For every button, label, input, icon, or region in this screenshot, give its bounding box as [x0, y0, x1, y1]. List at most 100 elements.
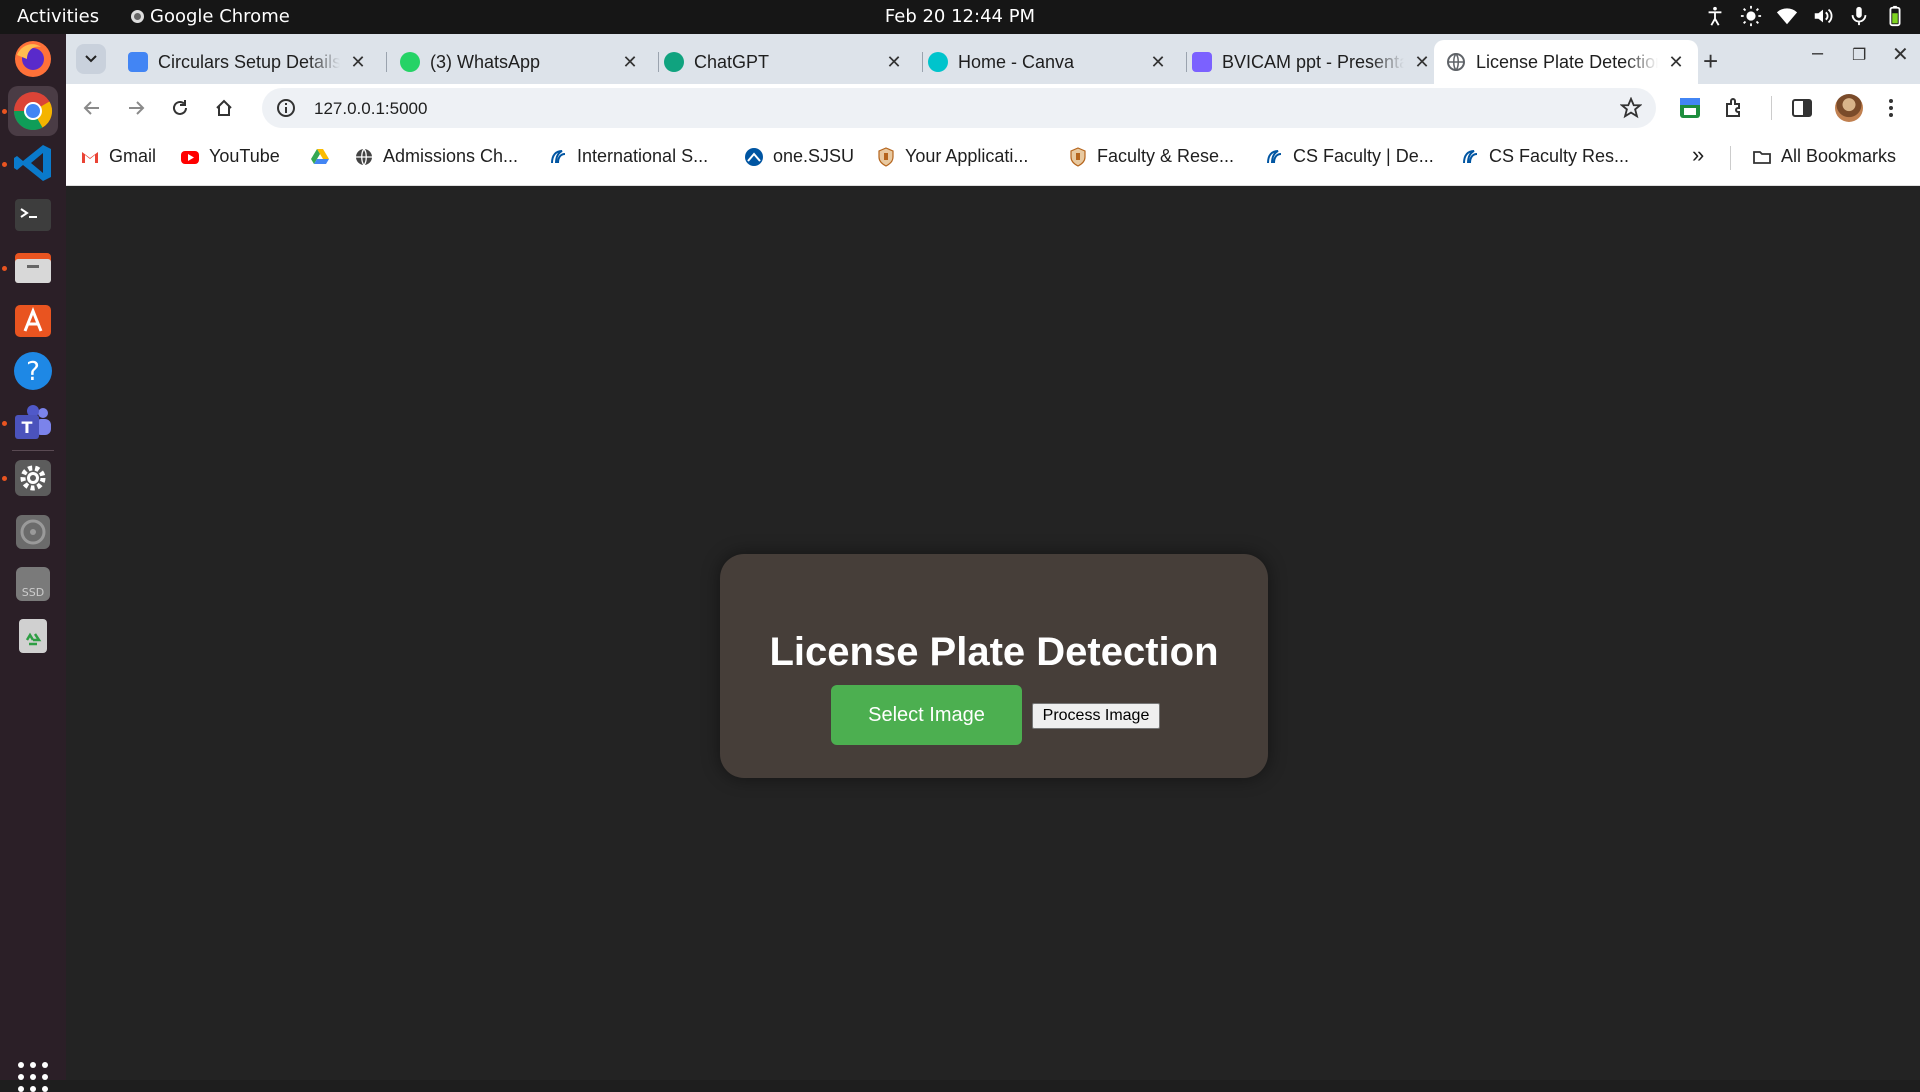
detection-card: License Plate Detection Select Image Pro… [720, 554, 1268, 778]
show-apps-grid-icon[interactable] [18, 1062, 48, 1092]
bookmark-faculty-research[interactable]: Faculty & Rese... [1068, 146, 1234, 167]
reload-icon [173, 100, 187, 115]
forward-button[interactable] [122, 94, 150, 122]
folder-icon [1753, 150, 1771, 164]
whatsapp-favicon-icon [400, 52, 420, 72]
dock-ssd[interactable]: SSD [8, 559, 58, 609]
bookmark-label: All Bookmarks [1781, 146, 1897, 166]
tab-title: License Plate Detection [1476, 51, 1658, 72]
vscode-icon [14, 145, 51, 181]
more-menu-icon[interactable] [1879, 96, 1903, 120]
sjsu-icon [551, 149, 566, 163]
terminal-icon [15, 199, 51, 231]
tab-whatsapp[interactable]: (3) WhatsApp ✕ [388, 40, 652, 84]
info-icon[interactable] [276, 98, 296, 118]
bookmarks-overflow-button[interactable]: » [1692, 142, 1704, 168]
system-tray[interactable] [1704, 5, 1906, 27]
bookmark-youtube[interactable]: YouTube [180, 146, 280, 167]
onesjsu-icon [745, 147, 763, 166]
bookmark-application[interactable]: Your Applicati... [876, 146, 1028, 167]
dock-separator [12, 450, 54, 451]
accessibility-icon[interactable] [1704, 5, 1726, 27]
bookmark-admissions[interactable]: Admissions Ch... [354, 146, 518, 167]
bookmark-drive[interactable] [310, 146, 330, 166]
running-indicator [2, 266, 7, 271]
close-tab-icon[interactable]: ✕ [1148, 52, 1168, 73]
close-tab-icon[interactable]: ✕ [1412, 52, 1432, 73]
volume-icon[interactable] [1812, 5, 1834, 27]
tab-title: ChatGPT [694, 51, 770, 72]
gmail-icon [82, 151, 98, 163]
restore-icon[interactable]: ❐ [1852, 45, 1866, 65]
tab-bvicam[interactable]: BVICAM ppt - Presentation ✕ [1180, 40, 1444, 84]
docs-favicon-icon [128, 52, 148, 72]
profile-avatar[interactable] [1835, 94, 1863, 122]
page-viewport: License Plate Detection Select Image Pro… [66, 186, 1920, 1080]
dock-trash[interactable] [8, 611, 58, 661]
home-icon [216, 99, 232, 116]
bookmark-label: Admissions Ch... [383, 146, 519, 166]
close-window-icon[interactable]: ✕ [1892, 42, 1909, 67]
dock-files[interactable] [8, 242, 58, 292]
sjsu-icon [1267, 149, 1282, 163]
tab-license-plate[interactable]: License Plate Detection ✕ [1434, 40, 1698, 84]
all-bookmarks-button[interactable]: All Bookmarks [1752, 146, 1896, 167]
bookmark-onesjsu[interactable]: one.SJSU [744, 146, 854, 167]
back-button[interactable] [78, 94, 106, 122]
side-panel-icon[interactable] [1790, 96, 1814, 120]
address-bar[interactable]: 127.0.0.1:5000 [262, 88, 1656, 128]
bookmark-cs-faculty-dept[interactable]: CS Faculty | De... [1264, 146, 1434, 167]
dock-firefox[interactable] [8, 34, 58, 84]
dock-disc[interactable] [8, 507, 58, 557]
close-tab-icon[interactable]: ✕ [1666, 52, 1686, 73]
tab-search-button[interactable] [76, 44, 106, 74]
dock-app-center[interactable] [8, 294, 58, 344]
globe-favicon-icon [1446, 52, 1466, 72]
app-menu[interactable]: Google Chrome [131, 6, 290, 27]
close-tab-icon[interactable]: ✕ [620, 52, 640, 73]
bookmark-gmail[interactable]: Gmail [80, 146, 156, 167]
disc-icon [16, 515, 50, 549]
arrow-left-icon [83, 101, 99, 115]
globe-icon [356, 148, 372, 165]
dock-chrome[interactable] [8, 86, 58, 136]
bookmark-label: YouTube [209, 146, 280, 166]
battery-icon[interactable] [1884, 5, 1906, 27]
url-text[interactable]: 127.0.0.1:5000 [314, 99, 427, 119]
bookmark-label: CS Faculty Res... [1489, 146, 1630, 166]
chrome-icon [13, 92, 53, 131]
process-image-button[interactable]: Process Image [1032, 703, 1160, 729]
brightness-icon[interactable] [1740, 5, 1762, 27]
trash-icon [19, 619, 47, 653]
tab-canva[interactable]: Home - Canva ✕ [916, 40, 1180, 84]
extensions-puzzle-icon[interactable] [1723, 96, 1747, 120]
close-tab-icon[interactable]: ✕ [348, 52, 368, 73]
bookmarks-bar: Gmail YouTube Admissions Ch... Internati… [66, 132, 1920, 186]
wifi-icon[interactable] [1776, 5, 1798, 27]
activities-button[interactable]: Activities [17, 6, 99, 27]
minimize-icon[interactable]: – [1812, 42, 1823, 65]
bookmark-international[interactable]: International S... [548, 146, 708, 167]
tab-title: (3) WhatsApp [430, 51, 541, 72]
dock-teams[interactable]: T [8, 398, 58, 448]
chrome-window: Circulars Setup Details ✕ (3) WhatsApp ✕… [66, 34, 1920, 1080]
bookmark-label: International S... [577, 146, 709, 166]
home-button[interactable] [210, 94, 238, 122]
microphone-icon[interactable] [1848, 5, 1870, 27]
dock-settings[interactable] [8, 453, 58, 503]
bookmark-star-icon[interactable] [1620, 97, 1642, 119]
tab-chatgpt[interactable]: ChatGPT ✕ [652, 40, 916, 84]
sheets-extension-icon[interactable] [1678, 96, 1702, 120]
bookmark-cs-faculty-research[interactable]: CS Faculty Res... [1460, 146, 1629, 167]
tab-circulars[interactable]: Circulars Setup Details ✕ [116, 40, 380, 84]
dock-help[interactable]: ? [8, 346, 58, 396]
close-tab-icon[interactable]: ✕ [884, 52, 904, 73]
system-top-bar: Activities Google Chrome Feb 20 12:44 PM [0, 0, 1920, 34]
tab-title: Circulars Setup Details [158, 51, 340, 72]
new-tab-button[interactable]: + [1703, 46, 1718, 77]
reload-button[interactable] [166, 94, 194, 122]
clock[interactable]: Feb 20 12:44 PM [885, 6, 1035, 27]
dock-terminal[interactable] [8, 190, 58, 240]
dock-vscode[interactable] [8, 138, 58, 188]
select-image-button[interactable]: Select Image [831, 685, 1022, 745]
